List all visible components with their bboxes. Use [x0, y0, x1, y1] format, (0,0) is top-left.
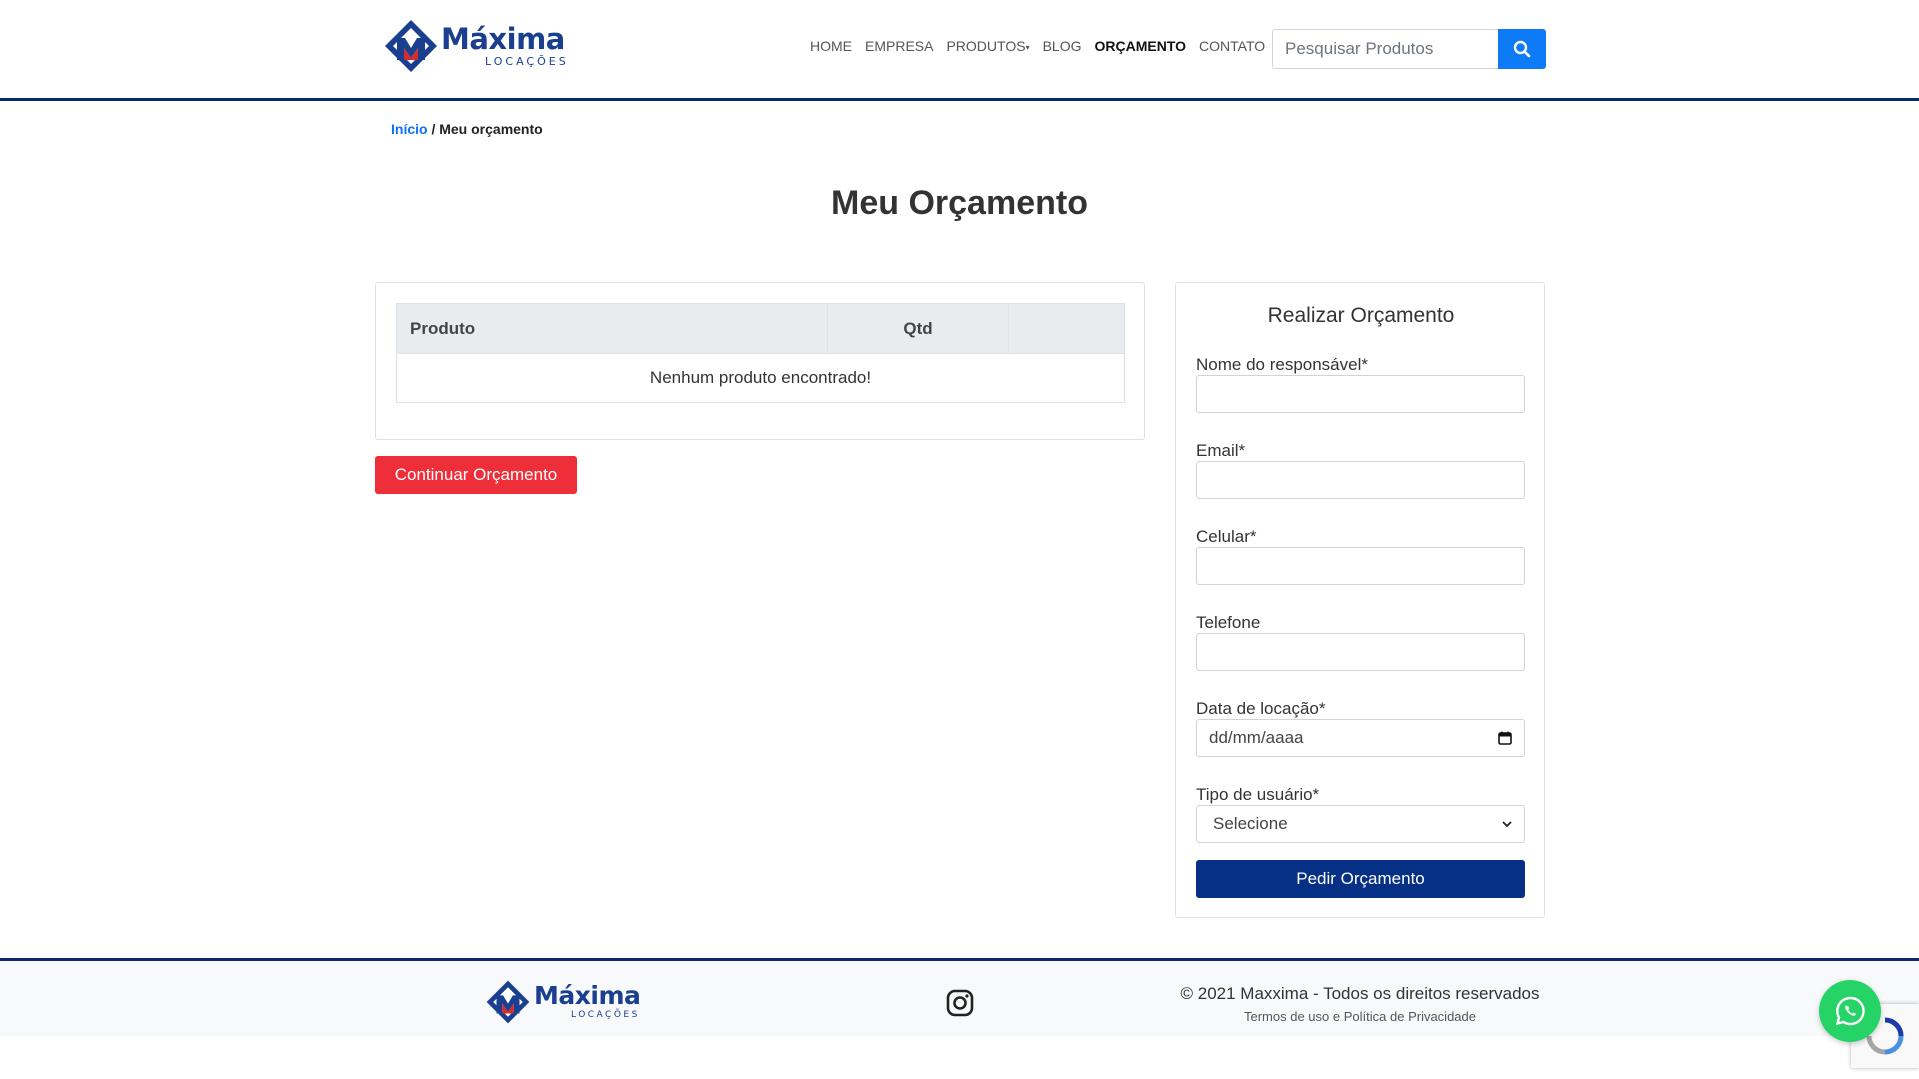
- nav-contato[interactable]: CONTATO: [1199, 38, 1265, 54]
- mobile-field[interactable]: [1196, 547, 1525, 585]
- nav-empresa[interactable]: EMPRESA: [865, 38, 933, 54]
- quote-form-card: Realizar Orçamento Nome do responsável* …: [1175, 282, 1545, 918]
- name-label: Nome do responsável*: [1196, 355, 1368, 374]
- cart-table: Produto Qtd Nenhum produto encontrado!: [396, 303, 1125, 403]
- whatsapp-button[interactable]: [1819, 980, 1881, 1042]
- mobile-label: Celular*: [1196, 527, 1257, 546]
- terms-link[interactable]: Termos de uso: [1244, 1009, 1329, 1024]
- nav-orcamento[interactable]: ORÇAMENTO: [1094, 38, 1186, 54]
- logo-subtitle: LOCAÇÕES: [485, 55, 569, 68]
- nav-blog[interactable]: BLOG: [1043, 38, 1082, 54]
- site-footer: Máxima LOCAÇÕES © 2021 Maxxima - Todos o…: [0, 958, 1919, 1036]
- site-header: Máxima LOCAÇÕES HOME EMPRESA PRODUTOS▾ B…: [0, 0, 1919, 101]
- site-logo[interactable]: Máxima LOCAÇÕES: [383, 18, 566, 74]
- footer-logo[interactable]: Máxima LOCAÇÕES: [485, 979, 641, 1025]
- logo-text: Máxima: [441, 22, 565, 56]
- search-bar: [1272, 29, 1546, 69]
- page-title: Meu Orçamento: [831, 184, 1088, 222]
- logo-mark-icon: [385, 20, 437, 72]
- empty-cart-message: Nenhum produto encontrado!: [396, 353, 1125, 403]
- footer-logo-subtitle: LOCAÇÕES: [571, 1010, 640, 1020]
- phone-label: Telefone: [1196, 613, 1261, 632]
- search-button[interactable]: [1498, 29, 1546, 69]
- calendar-icon[interactable]: [1498, 731, 1512, 745]
- search-icon: [1513, 40, 1531, 58]
- column-header-product: Produto: [396, 303, 828, 354]
- instagram-icon[interactable]: [945, 988, 975, 1018]
- date-placeholder: dd/mm/aaaa: [1209, 728, 1304, 747]
- column-header-actions: [1008, 303, 1125, 354]
- breadcrumb-current: Meu orçamento: [439, 121, 543, 137]
- user-type-label: Tipo de usuário*: [1196, 785, 1320, 804]
- table-row: Nenhum produto encontrado!: [396, 353, 1125, 403]
- cart-card: Produto Qtd Nenhum produto encontrado!: [375, 282, 1145, 440]
- request-quote-button[interactable]: Pedir Orçamento: [1196, 860, 1525, 898]
- rental-date-field[interactable]: dd/mm/aaaa: [1196, 719, 1525, 757]
- name-field[interactable]: [1196, 375, 1525, 413]
- main-nav: HOME EMPRESA PRODUTOS▾ BLOG ORÇAMENTO CO…: [810, 38, 1278, 54]
- email-field[interactable]: [1196, 461, 1525, 499]
- user-type-selected: Selecione: [1213, 814, 1288, 833]
- email-label: Email*: [1196, 441, 1246, 460]
- breadcrumb: Início / Meu orçamento: [391, 121, 543, 137]
- breadcrumb-home-link[interactable]: Início: [391, 121, 428, 137]
- legal-conjunction: e: [1332, 1009, 1341, 1024]
- form-title: Realizar Orçamento: [1267, 304, 1455, 327]
- chevron-down-icon: ▾: [1025, 42, 1030, 52]
- nav-produtos[interactable]: PRODUTOS▾: [946, 38, 1029, 54]
- cart-header-row: Produto Qtd: [396, 303, 1125, 354]
- chevron-down-icon: [1502, 821, 1512, 828]
- user-type-select[interactable]: Selecione: [1196, 805, 1525, 843]
- breadcrumb-separator: /: [431, 121, 436, 137]
- continue-quote-button[interactable]: Continuar Orçamento: [375, 456, 577, 494]
- rental-date-label: Data de locação*: [1196, 699, 1326, 718]
- legal-links: Termos de uso e Política de Privacidade: [1176, 1009, 1544, 1024]
- privacy-link[interactable]: Política de Privacidade: [1344, 1009, 1476, 1024]
- search-input[interactable]: [1272, 29, 1498, 69]
- footer-logo-text: Máxima: [534, 981, 641, 1010]
- nav-home[interactable]: HOME: [810, 38, 852, 54]
- phone-field[interactable]: [1196, 633, 1525, 671]
- copyright-text: © 2021 Maxxima - Todos os direitos reser…: [1180, 984, 1540, 1003]
- column-header-qty: Qtd: [827, 303, 1009, 354]
- whatsapp-icon: [1835, 996, 1865, 1026]
- nav-produtos-label: PRODUTOS: [946, 38, 1026, 54]
- logo-mark-icon: [486, 980, 530, 1024]
